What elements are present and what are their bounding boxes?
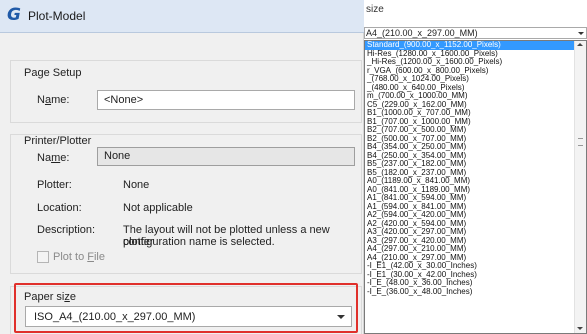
dropdown-header-label: size: [366, 4, 384, 15]
printer-name-dropdown[interactable]: None: [97, 147, 355, 166]
dialog-title: Plot-Model: [28, 9, 86, 23]
paper-size-option[interactable]: B4_(250.00_x_354.00_MM): [365, 152, 575, 161]
paper-size-option[interactable]: -I_E_(36.00_x_48.00_Inches): [365, 288, 575, 297]
page-setup-name-value: <None>: [104, 94, 144, 106]
paper-size-option[interactable]: A3_(420.00_x_297.00_MM): [365, 228, 575, 237]
paper-size-option[interactable]: _(768.00_x_1024.00_Pixels): [365, 75, 575, 84]
page-setup-title: Page Setup: [24, 67, 82, 79]
chevron-down-icon: [578, 32, 584, 35]
paper-size-option[interactable]: m_(700.00_x_1000.00_MM): [365, 92, 575, 101]
plot-dialog: G Plot-Model Page Setup Name: <None> Pri…: [0, 0, 364, 334]
printer-plotter-title: Printer/Plotter: [24, 135, 92, 147]
plot-to-file-label: Plot to File: [53, 251, 105, 263]
paper-size-option[interactable]: A0_(1189.00_x_841.00_MM): [365, 177, 575, 186]
title-bar: G Plot-Model: [0, 0, 364, 33]
paper-size-option[interactable]: B5_(237.00_x_182.00_MM): [365, 160, 575, 169]
page-setup-name-dropdown[interactable]: <None>: [97, 90, 355, 110]
paper-size-highlight: [14, 283, 358, 333]
paper-size-option[interactable]: B1_(707.00_x_1000.00_MM): [365, 118, 575, 127]
paper-size-option[interactable]: B2_(707.00_x_500.00_MM): [365, 126, 575, 135]
paper-size-option[interactable]: _(480.00_x_640.00_Pixels): [365, 84, 575, 93]
paper-size-option[interactable]: A1_(841.00_x_594.00_MM): [365, 194, 575, 203]
printer-name-label: Name:: [37, 152, 70, 164]
description-label: Description:: [37, 224, 96, 236]
location-value: Not applicable: [123, 202, 193, 214]
paper-size-combo-expanded[interactable]: A4_(210.00_x_297.00_MM): [364, 27, 587, 39]
scroll-up-icon[interactable]: [577, 43, 583, 46]
paper-size-option[interactable]: -I_E_(48.00_x_36.00_Inches): [365, 279, 575, 288]
paper-size-list[interactable]: Standard_(900.00_x_1152.00_Pixels) Hi-Res…: [364, 40, 587, 334]
paper-size-option[interactable]: -I_E1_(30.00_x_42.00_Inches): [365, 271, 575, 280]
paper-size-option[interactable]: B4_(354.00_x_250.00_MM): [365, 143, 575, 152]
paper-size-option[interactable]: Hi-Res_(1280.00_x_1600.00_Pixels): [365, 50, 575, 59]
paper-size-option[interactable]: A2_(420.00_x_594.00_MM): [365, 220, 575, 229]
plotter-value: None: [123, 179, 150, 191]
paper-size-option[interactable]: A4_(297.00_x_210.00_MM): [365, 245, 575, 254]
plot-to-file-checkbox[interactable]: [37, 251, 49, 263]
paper-size-option[interactable]: -I_E1_(42.00_x_30.00_Inches): [365, 262, 575, 271]
paper-size-option[interactable]: Standard_(900.00_x_1152.00_Pixels): [365, 41, 575, 50]
paper-size-combo-value: A4_(210.00_x_297.00_MM): [366, 28, 478, 38]
description-line-2: configuration name is selected.: [123, 236, 275, 248]
paper-size-option[interactable]: r_VGA_(600.00_x_800.00_Pixels): [365, 67, 575, 76]
paper-size-option[interactable]: B2_(500.00_x_707.00_MM): [365, 135, 575, 144]
paper-size-option[interactable]: A4_(210.00_x_297.00_MM): [365, 254, 575, 263]
paper-size-option[interactable]: _Hi-Res_(1200.00_x_1600.00_Pixels): [365, 58, 575, 67]
page-setup-name-label: Name:: [37, 94, 70, 106]
printer-name-value: None: [104, 150, 131, 162]
paper-size-option[interactable]: A2_(594.00_x_420.00_MM): [365, 211, 575, 220]
paper-size-option[interactable]: B5_(182.00_x_237.00_MM): [365, 169, 575, 178]
paper-size-option[interactable]: A1_(594.00_x_841.00_MM): [365, 203, 575, 212]
list-scrollbar[interactable]: [574, 41, 586, 333]
scroll-down-icon[interactable]: [577, 327, 583, 330]
paper-size-option[interactable]: C5_(229.00_x_162.00_MM): [365, 101, 575, 110]
paper-size-option[interactable]: B1_(1000.00_x_707.00_MM): [365, 109, 575, 118]
app-logo-icon: G: [7, 5, 21, 25]
location-label: Location:: [37, 202, 82, 214]
paper-size-option[interactable]: A0_(841.00_x_1189.00_MM): [365, 186, 575, 195]
paper-size-option[interactable]: A3_(297.00_x_420.00_MM): [365, 237, 575, 246]
plotter-label: Plotter:: [37, 179, 72, 191]
paper-size-list-items: Standard_(900.00_x_1152.00_Pixels) Hi-Res…: [365, 41, 575, 296]
scroll-grip-icon[interactable]: [578, 138, 583, 146]
